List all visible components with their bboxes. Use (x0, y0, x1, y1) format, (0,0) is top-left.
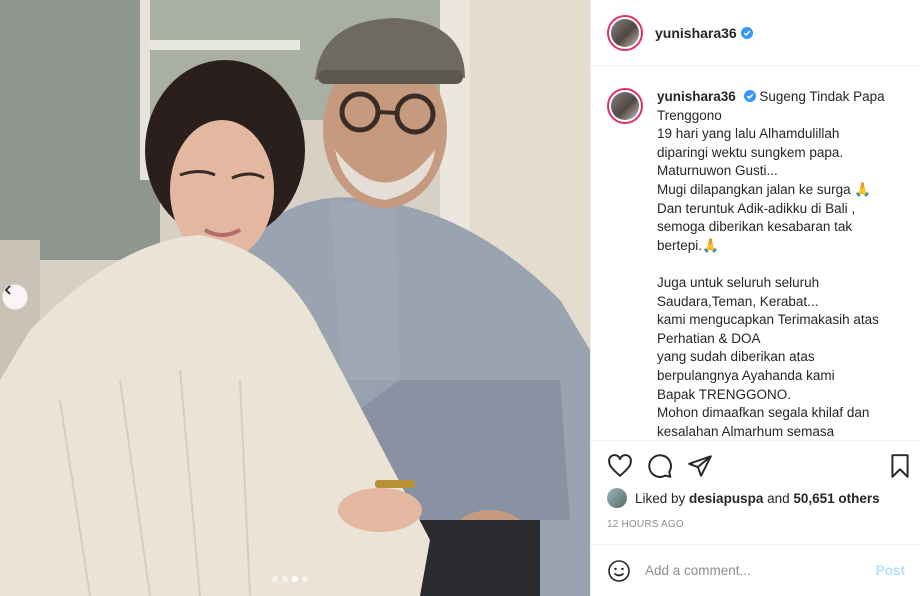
header-username[interactable]: yunishara36 (655, 25, 737, 41)
caption-line: kesalahan Almarhum semasa (657, 423, 835, 439)
likes-summary: Liked by desiapuspa and 50,651 others (607, 488, 880, 508)
caption-line: Trenggono (657, 107, 722, 123)
verified-badge-icon (743, 90, 756, 102)
caption-line: yang sudah diberikan atas (657, 349, 815, 365)
carousel-dot (282, 576, 288, 582)
caption-avatar[interactable] (607, 88, 643, 124)
caption-line: kami mengucapkan Terimakasih atas (657, 312, 879, 328)
carousel-indicator (272, 576, 308, 582)
caption-line: Maturnuwon Gusti... (657, 163, 778, 179)
caption-line: Saudara,Teman, Kerabat... (657, 293, 819, 309)
caption-line: semoga diberikan kesabaran tak (657, 219, 853, 235)
emoji-icon[interactable] (607, 559, 631, 583)
caption-line: berpulangnya Ayahanda kami (657, 367, 835, 383)
liker-avatar[interactable] (607, 488, 627, 508)
carousel-dot (272, 576, 278, 582)
liked-user-link[interactable]: desiapuspa (689, 491, 763, 506)
share-icon[interactable] (687, 453, 713, 479)
caption-line: Juga untuk seluruh seluruh (657, 274, 820, 290)
caption-line: Bapak TRENGGONO. (657, 386, 792, 402)
likes-count-link[interactable]: 50,651 others (793, 491, 879, 506)
caption-line: Dan teruntuk Adik-adikku di Bali , (657, 200, 856, 216)
caption-username[interactable]: yunishara36 (657, 89, 736, 104)
caption-line: bertepi.🙏 (657, 237, 719, 253)
comment-bar: Post (591, 544, 920, 596)
post-sidebar: yunishara36 yunishara36 Sugeng Tindak Pa… (590, 0, 920, 596)
comment-icon[interactable] (647, 453, 673, 479)
action-bar (591, 440, 920, 494)
carousel-prev-button[interactable] (2, 284, 28, 310)
bookmark-icon[interactable] (887, 453, 913, 479)
post-timestamp[interactable]: 12 HOURS AGO (607, 519, 684, 530)
heart-icon[interactable] (607, 453, 633, 479)
liked-mid: and (763, 490, 794, 506)
avatar[interactable] (607, 14, 643, 51)
post-comment-button[interactable]: Post (876, 563, 905, 578)
post-photo[interactable] (0, 0, 590, 596)
caption-line: diparingi wektu sungkem papa. (657, 144, 844, 160)
caption-text: yunishara36 Sugeng Tindak Papa Trenggono… (657, 88, 905, 440)
caption-line: Perhatian & DOA (657, 330, 761, 346)
caption-scroll[interactable]: yunishara36 Sugeng Tindak Papa Trenggono… (591, 66, 920, 440)
caption-line: 19 hari yang lalu Alhamdulillah (657, 126, 840, 142)
caption-line: Mohon dimaafkan segala khilaf dan (657, 405, 870, 421)
post-image (0, 0, 590, 596)
carousel-dot (302, 576, 308, 582)
comment-input[interactable] (645, 563, 876, 578)
caption-line: Mugi dilapangkan jalan ke surga 🙏 (657, 181, 872, 197)
chevron-left-icon (4, 285, 11, 295)
post-header: yunishara36 (591, 0, 920, 66)
caption-line: Sugeng Tindak Papa (759, 89, 885, 104)
verified-badge-icon (740, 26, 753, 39)
carousel-dot (292, 576, 298, 582)
liked-prefix: Liked by (635, 490, 690, 506)
